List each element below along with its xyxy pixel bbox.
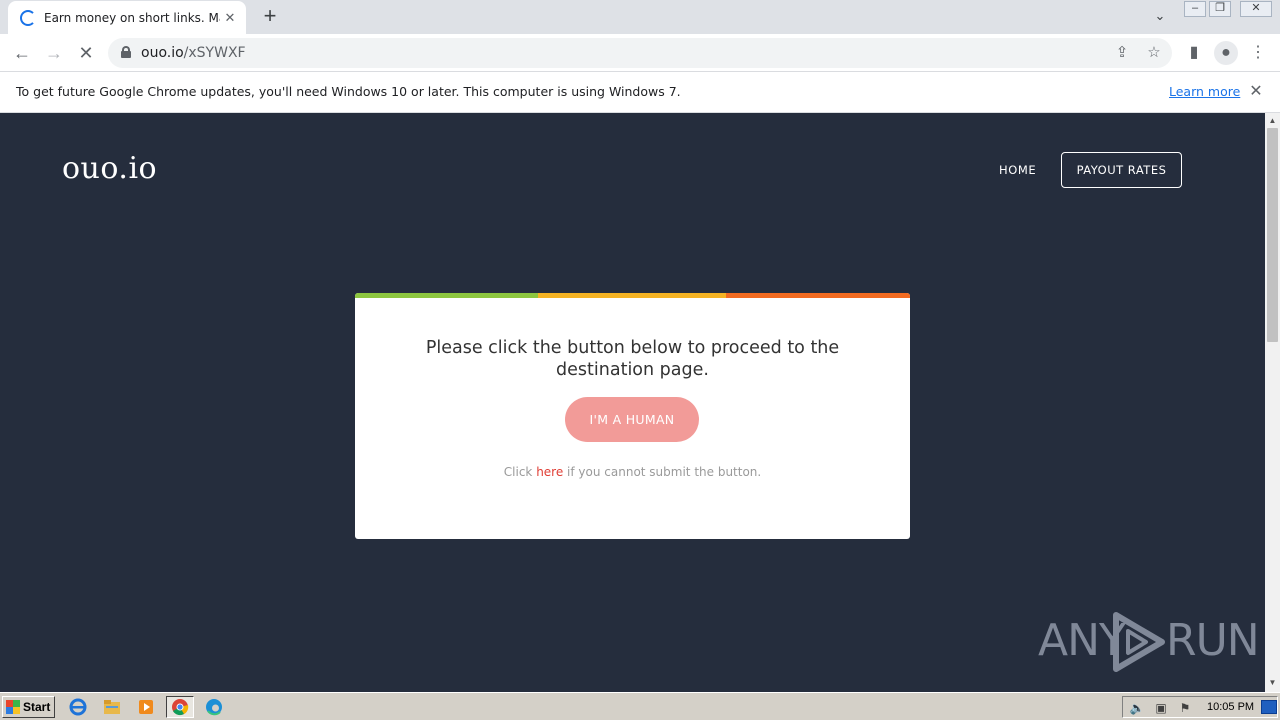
new-tab-button[interactable]: + <box>258 5 282 29</box>
page-content: ouo.io HOME PAYOUT RATES Please click th… <box>0 113 1265 692</box>
learn-more-link[interactable]: Learn more <box>1169 84 1240 99</box>
bar-segment-yellow <box>538 293 726 298</box>
scroll-up-icon[interactable]: ▲ <box>1265 115 1280 127</box>
profile-avatar-icon[interactable]: ● <box>1214 41 1238 65</box>
show-desktop-icon[interactable] <box>1261 700 1277 714</box>
stop-loading-icon[interactable]: ✕ <box>74 41 98 65</box>
note-prefix: Click <box>503 465 537 479</box>
nav-home-link[interactable]: HOME <box>999 163 1036 177</box>
watermark-run: RUN <box>1166 615 1260 666</box>
tab-title: Earn money on short links. Make sho <box>44 10 220 25</box>
url-path: /xSYWXF <box>183 45 246 61</box>
loading-spinner-icon <box>20 9 36 26</box>
update-infobar: To get future Google Chrome updates, you… <box>0 72 1280 113</box>
forward-icon[interactable]: → <box>42 41 66 65</box>
bar-segment-orange <box>726 293 910 298</box>
infobar-close-icon[interactable]: ✕ <box>1246 82 1266 102</box>
bar-segment-green <box>355 293 538 298</box>
watermark-play-icon <box>1113 612 1165 672</box>
site-logo[interactable]: ouo.io <box>62 151 157 186</box>
start-button[interactable]: Start <box>2 696 55 718</box>
scroll-down-icon[interactable]: ▼ <box>1265 677 1280 689</box>
windows-flag-icon <box>6 700 20 714</box>
taskbar-clock[interactable]: 10:05 PM <box>1207 701 1254 713</box>
window-close-button[interactable]: ✕ <box>1240 1 1272 17</box>
lock-icon[interactable] <box>121 46 131 58</box>
minimize-button[interactable]: – <box>1184 1 1206 17</box>
im-a-human-button[interactable]: I'M A HUMAN <box>565 397 699 442</box>
chrome-icon[interactable] <box>166 696 194 718</box>
payout-rates-button[interactable]: PAYOUT RATES <box>1061 152 1182 188</box>
proceed-message: Please click the button below to proceed… <box>425 338 840 380</box>
volume-icon[interactable]: 🔈 <box>1129 700 1145 716</box>
fallback-note: Click here if you cannot submit the butt… <box>355 465 910 479</box>
infobar-message: To get future Google Chrome updates, you… <box>16 84 681 99</box>
browser-menu-icon[interactable]: ⋮ <box>1246 41 1270 65</box>
share-icon[interactable]: ⇪ <box>1111 42 1133 64</box>
restore-button[interactable]: ❐ <box>1209 1 1231 17</box>
tab-close-icon[interactable]: ✕ <box>222 10 238 26</box>
note-suffix: if you cannot submit the button. <box>563 465 762 479</box>
file-explorer-icon[interactable] <box>98 696 126 718</box>
media-player-icon[interactable] <box>132 696 160 718</box>
address-bar[interactable]: ouo.io/xSYWXF ⇪ ☆ <box>108 38 1172 68</box>
system-tray: 🔈 ▣ ⚑ 10:05 PM <box>1122 696 1278 718</box>
windows-taskbar: Start 🔈 ▣ ⚑ 10:05 PM <box>0 692 1280 720</box>
here-link[interactable]: here <box>536 465 563 479</box>
url-host: ouo.io <box>141 45 184 61</box>
back-icon[interactable]: ← <box>10 41 34 65</box>
browser-tab[interactable]: Earn money on short links. Make sho ✕ <box>8 1 246 34</box>
bookmark-star-icon[interactable]: ☆ <box>1143 42 1165 64</box>
edge-icon[interactable] <box>200 696 228 718</box>
proceed-card: Please click the button below to proceed… <box>355 293 910 539</box>
card-color-bar <box>355 293 910 298</box>
tab-search-icon[interactable]: ⌄ <box>1150 8 1170 26</box>
internet-explorer-icon[interactable] <box>64 696 92 718</box>
url-text[interactable]: ouo.io/xSYWXF <box>141 45 246 61</box>
network-icon[interactable]: ▣ <box>1153 700 1169 716</box>
action-center-flag-icon[interactable]: ⚑ <box>1177 700 1193 716</box>
tab-strip: Earn money on short links. Make sho ✕ + … <box>0 0 1280 34</box>
page-scrollbar[interactable]: ▲ ▼ <box>1265 113 1280 692</box>
side-panel-icon[interactable]: ▮ <box>1182 41 1206 65</box>
start-label: Start <box>23 700 51 714</box>
browser-toolbar: ← → ✕ ouo.io/xSYWXF ⇪ ☆ ▮ ● ⋮ <box>0 34 1280 72</box>
anyrun-watermark: ANY RUN <box>1038 611 1260 673</box>
scroll-thumb[interactable] <box>1267 128 1278 342</box>
